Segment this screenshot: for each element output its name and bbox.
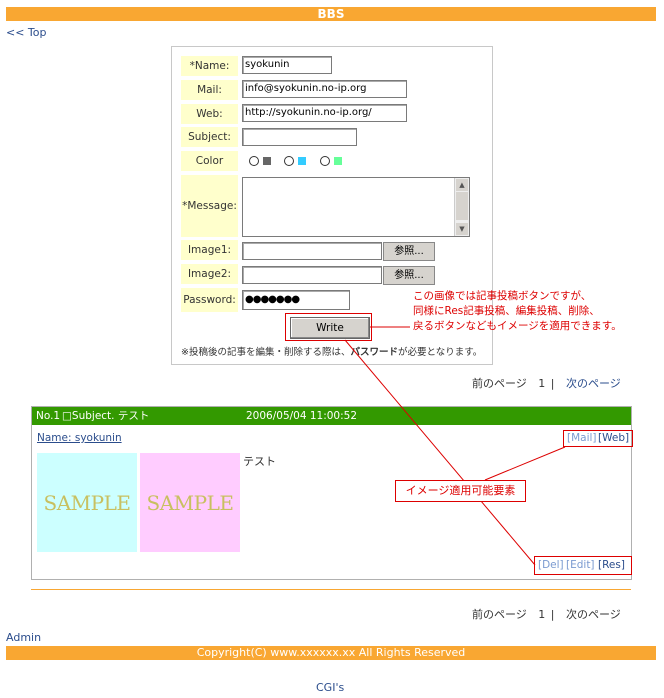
applicable-element-label: イメージ適用可能要素 xyxy=(395,480,526,502)
pager-bottom: 前のページ 1 | 次のページ xyxy=(472,606,621,622)
next-page-link[interactable]: 次のページ xyxy=(566,608,621,621)
page-number[interactable]: 1 xyxy=(538,608,545,621)
divider xyxy=(31,589,631,590)
admin-link[interactable]: Admin xyxy=(6,631,41,644)
prev-page-link[interactable]: 前のページ xyxy=(472,608,527,621)
cgis-link[interactable]: CGI's xyxy=(316,681,344,694)
annotation-connectors xyxy=(344,326,566,566)
pager-separator: | xyxy=(550,608,555,621)
connector-mail xyxy=(484,446,566,481)
footer-bar: Copyright(C) www.xxxxxx.xx All Rights Re… xyxy=(6,646,656,660)
connector-res xyxy=(344,339,536,566)
copyright-text: Copyright(C) www.xxxxxx.xx All Rights Re… xyxy=(196,646,466,659)
